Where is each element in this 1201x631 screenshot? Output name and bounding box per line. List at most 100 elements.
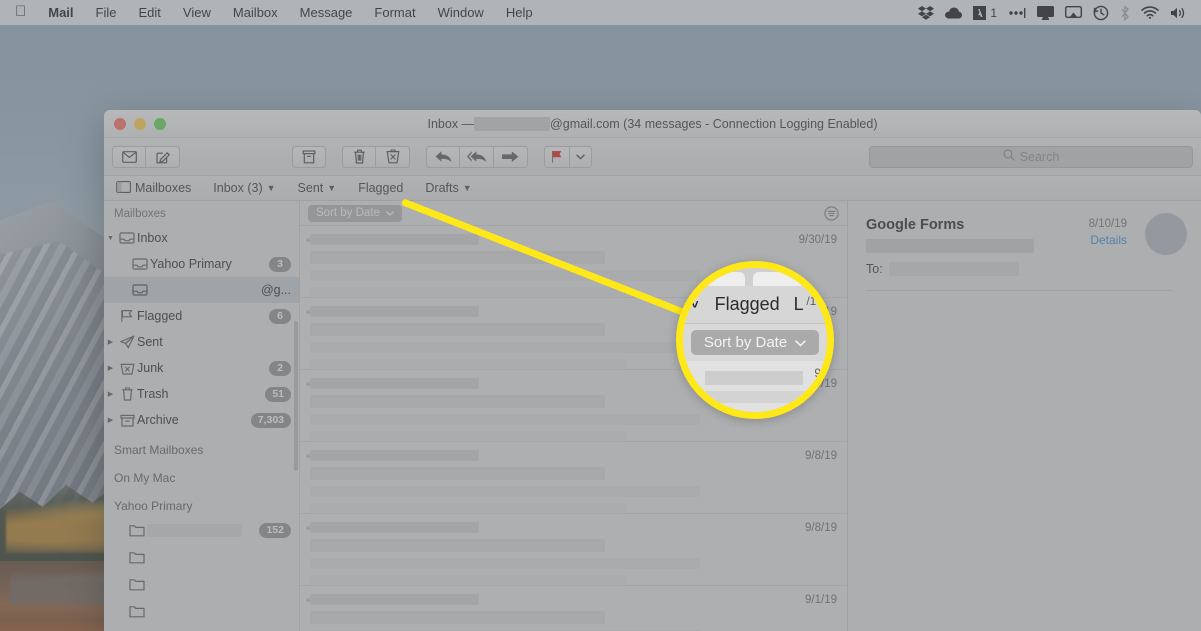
disclosure-triangle-right-icon[interactable]: ▶ — [104, 416, 117, 424]
favorites-flagged-label: Flagged — [358, 181, 404, 195]
menu-item-mailbox[interactable]: Mailbox — [222, 5, 289, 20]
sidebar-section-yahoo-primary: Yahoo Primary — [114, 499, 193, 513]
favorites-drafts-label: Drafts — [425, 181, 459, 195]
reply-button[interactable] — [426, 145, 460, 168]
window-title-bar: Inbox — @gmail.com (34 messages - Connec… — [104, 110, 1201, 138]
details-link[interactable]: Details — [1090, 233, 1127, 247]
sidebar-item-trash[interactable]: ▶ Trash 51 — [104, 381, 299, 407]
sidebar-folder-item[interactable] — [104, 544, 299, 571]
menu-item-edit[interactable]: Edit — [128, 5, 172, 20]
adobe-creative-cloud-icon[interactable] — [973, 5, 987, 20]
redacted-preview — [310, 503, 627, 513]
menu-item-view[interactable]: View — [172, 5, 222, 20]
sidebar-folder-item[interactable] — [104, 625, 299, 631]
redacted-subject — [310, 467, 606, 480]
compose-button[interactable] — [146, 145, 180, 168]
menu-item-file[interactable]: File — [85, 5, 128, 20]
wifi-icon[interactable] — [1141, 6, 1159, 19]
sidebar-item-archive-label: Archive — [137, 413, 179, 427]
favorites-flagged-button[interactable]: Flagged — [347, 181, 414, 195]
volume-icon[interactable] — [1170, 6, 1187, 20]
redacted-sender — [310, 450, 479, 461]
favorites-sent-label: Sent — [297, 181, 324, 195]
sidebar-item-inbox-label: Inbox — [137, 231, 168, 245]
favorites-mailboxes-button[interactable]: Mailboxes — [116, 180, 202, 196]
redacted-preview — [310, 486, 700, 497]
reply-all-button[interactable] — [460, 145, 494, 168]
sidebar-item-yahoo-primary[interactable]: Yahoo Primary 3 — [104, 251, 299, 277]
sidebar-scrollbar[interactable] — [294, 321, 298, 471]
disclosure-triangle-right-icon[interactable]: ▶ — [104, 390, 117, 398]
archive-button[interactable] — [292, 145, 326, 168]
reading-pane: Google Forms 8/10/19 Details To: — [848, 201, 1201, 631]
mail-toolbar: Search — [104, 138, 1201, 176]
bluetooth-icon[interactable] — [1120, 4, 1130, 21]
junk-button[interactable] — [376, 145, 410, 168]
message-recipient-row: To: — [866, 262, 1183, 276]
sidebar-item-gmail-account[interactable]: @g... — [104, 277, 299, 303]
ellipsis-icon[interactable] — [1008, 7, 1026, 19]
display-icon[interactable] — [1037, 5, 1054, 20]
sidebar-section-smart-mailboxes: Smart Mailboxes — [114, 443, 204, 457]
flag-menu-button[interactable] — [570, 145, 592, 168]
mailbox-sidebar[interactable]: Mailboxes ▼ Inbox Yahoo Primary 3 @g... … — [104, 201, 300, 631]
redacted-sender — [310, 234, 479, 245]
to-label: To: — [866, 262, 883, 276]
sort-by-date-button[interactable]: Sort by Date — [308, 204, 402, 222]
favorites-sent-button[interactable]: Sent ▼ — [287, 181, 348, 195]
sidebar-item-inbox[interactable]: ▼ Inbox — [104, 225, 299, 251]
folder-icon — [127, 605, 147, 618]
favorites-inbox-button[interactable]: Inbox (3) ▼ — [202, 181, 286, 195]
dropbox-icon[interactable] — [918, 5, 935, 20]
chevron-down-icon: ▼ — [327, 183, 337, 193]
archive-box-icon — [117, 414, 137, 427]
redacted-sender — [310, 594, 479, 605]
menu-item-help[interactable]: Help — [495, 5, 544, 20]
message-date: 9/19/19 — [798, 378, 837, 390]
toolbar-group-mail — [112, 145, 180, 168]
filter-circle-icon[interactable] — [824, 205, 839, 221]
sidebar-item-sent[interactable]: ▶ Sent — [104, 329, 299, 355]
menu-item-window[interactable]: Window — [427, 5, 495, 20]
flag-button[interactable] — [544, 145, 570, 168]
redacted-preview — [310, 359, 627, 369]
favorites-drafts-button[interactable]: Drafts ▼ — [414, 181, 482, 195]
adobe-badge-count: 1 — [990, 5, 997, 20]
disclosure-triangle-down-icon[interactable]: ▼ — [104, 235, 117, 242]
sidebar-folder-item[interactable] — [104, 598, 299, 625]
message-list-row[interactable]: 9/30/19 — [300, 226, 847, 298]
disclosure-triangle-right-icon[interactable]: ▶ — [104, 338, 117, 346]
get-mail-button[interactable] — [112, 145, 146, 168]
message-list-row[interactable]: 9/8/19 — [300, 514, 847, 586]
redacted-recipient — [888, 262, 1019, 276]
unread-dot — [306, 382, 310, 386]
sidebar-folder-item[interactable]: 152 — [104, 517, 299, 544]
sidebar-section-on-my-mac: On My Mac — [114, 471, 176, 485]
sidebar-item-junk[interactable]: ▶ Junk 2 — [104, 355, 299, 381]
sidebar-item-archive[interactable]: ▶ Archive 7,303 — [104, 407, 299, 433]
message-list-row[interactable]: 9/8/19 — [300, 442, 847, 514]
menu-item-format[interactable]: Format — [363, 5, 426, 20]
airplay-icon[interactable] — [1065, 5, 1082, 20]
time-machine-icon[interactable] — [1093, 5, 1109, 21]
sidebar-folder-item[interactable] — [104, 571, 299, 598]
onedrive-cloud-icon[interactable] — [945, 7, 963, 19]
search-input[interactable]: Search — [869, 145, 1193, 168]
message-list-row[interactable]: 9/19/19 — [300, 370, 847, 442]
menu-item-message[interactable]: Message — [289, 5, 364, 20]
sidebar-item-gmail-account-label: @g... — [260, 283, 291, 297]
trash-icon — [117, 387, 137, 401]
forward-button[interactable] — [494, 145, 528, 168]
message-list-row[interactable]: 9/1/19 — [300, 586, 847, 631]
apple-menu-icon[interactable]:  — [8, 4, 37, 21]
message-list-row[interactable]: 9/19/19 — [300, 298, 847, 370]
toolbar-group-reply — [426, 145, 528, 168]
menu-item-mail[interactable]: Mail — [37, 5, 84, 20]
redacted-subject — [310, 395, 606, 408]
disclosure-triangle-right-icon[interactable]: ▶ — [104, 364, 117, 372]
delete-button[interactable] — [342, 145, 376, 168]
chevron-down-icon: ▼ — [266, 183, 276, 193]
sidebar-item-flagged[interactable]: Flagged 6 — [104, 303, 299, 329]
redacted-preview — [310, 287, 627, 297]
message-list[interactable]: Sort by Date 9/30/19 9/19/19 9/19/19 9/8… — [300, 201, 848, 631]
